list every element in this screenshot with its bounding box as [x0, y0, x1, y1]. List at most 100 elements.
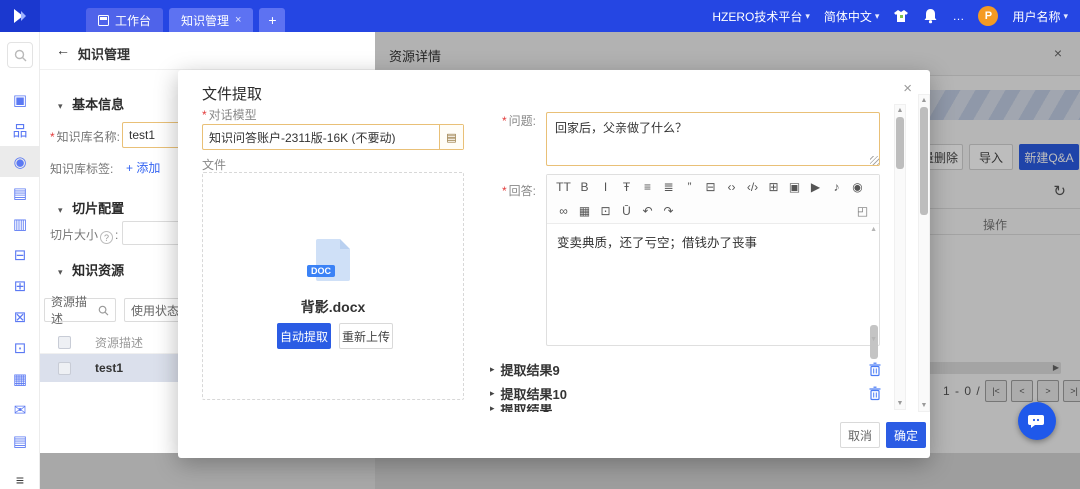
platform-menu[interactable]: HZERO技术平台 ▾: [712, 8, 810, 25]
question-textarea[interactable]: [546, 112, 880, 166]
answer-content[interactable]: 变卖典质，还了亏空；借钱办了丧事: [547, 224, 879, 345]
upload-area[interactable]: DOC 背影.docx 自动提取 重新上传: [202, 172, 464, 400]
app-root: 工作台 知识管理 × + HZERO技术平台 ▾ 简体中文 ▾ … P 用户名称…: [0, 0, 1080, 489]
sidebar-search-button[interactable]: [7, 42, 33, 68]
code-block-icon[interactable]: ‹/›: [744, 180, 761, 194]
inline-code-icon[interactable]: ‹›: [723, 180, 740, 194]
capture-icon[interactable]: ⊡: [0, 332, 40, 363]
back-arrow-icon[interactable]: ←: [56, 42, 70, 58]
image-settings-icon[interactable]: ▦: [0, 363, 40, 394]
modal-scrollbar[interactable]: ▲ ▼: [918, 94, 930, 412]
resource-desc-filter[interactable]: 资源描述: [44, 295, 116, 326]
extract-result-row-clipped[interactable]: ▸ 提取结果: [490, 404, 882, 412]
add-tab-button[interactable]: +: [259, 8, 286, 32]
undo-icon[interactable]: ↶: [639, 204, 656, 218]
table-config-icon[interactable]: ▤: [0, 177, 40, 208]
ordered-list-icon[interactable]: ≣: [660, 180, 677, 194]
preview-icon[interactable]: ◉: [849, 180, 866, 194]
drawer-close-icon[interactable]: ×: [1054, 45, 1062, 61]
extract-result-row[interactable]: ▸ 提取结果10: [490, 382, 882, 404]
pagination-first-button[interactable]: |<: [985, 380, 1007, 402]
divider-icon[interactable]: ⊟: [702, 180, 719, 194]
clear-trash-icon[interactable]: Ū: [618, 204, 635, 218]
brand-logo[interactable]: [0, 0, 40, 32]
cancel-button[interactable]: 取消: [840, 422, 880, 448]
help-icon[interactable]: ?: [100, 231, 114, 244]
table-edit-icon[interactable]: ▦: [576, 204, 593, 218]
user-menu[interactable]: 用户名称 ▾: [1012, 8, 1068, 25]
dialog-model-input[interactable]: [203, 130, 439, 144]
auto-extract-button[interactable]: 自动提取: [277, 323, 331, 349]
list-doc-icon[interactable]: ▤: [0, 425, 40, 456]
tab-close-icon[interactable]: ×: [235, 14, 241, 26]
audio-icon[interactable]: ♪: [828, 180, 845, 194]
toolbar-row-1: TT B I Ŧ ≡ ≣ ” ⊟ ‹› ‹/› ⊞ ▣ ▶ ♪ ◉: [547, 175, 879, 199]
collapse-menu-icon[interactable]: ≡: [0, 470, 40, 489]
sliders-icon[interactable]: ⊞: [0, 270, 40, 301]
link-icon[interactable]: ∞: [555, 204, 572, 218]
delete-result-icon[interactable]: [868, 386, 882, 401]
tab-knowledge-management[interactable]: 知识管理 ×: [169, 8, 254, 32]
expand-caret-icon[interactable]: ▸: [490, 388, 495, 399]
scroll-down-icon[interactable]: ▼: [919, 402, 929, 409]
confirm-button[interactable]: 确定: [886, 422, 926, 448]
video-icon[interactable]: ▶: [807, 180, 824, 194]
section-knowledge-resources[interactable]: ▾ 知识资源: [58, 260, 124, 279]
quote-icon[interactable]: ”: [681, 180, 698, 194]
expand-caret-icon: ▸: [490, 404, 495, 412]
table-icon[interactable]: ⊞: [765, 180, 782, 194]
editor-scroll-up-icon[interactable]: ▲: [870, 226, 877, 233]
message-icon[interactable]: ✉: [0, 394, 40, 425]
bullet-list-icon[interactable]: ≡: [639, 180, 656, 194]
ai-assistant-icon[interactable]: ◉: [0, 146, 40, 177]
bold-icon[interactable]: B: [576, 180, 593, 194]
assistant-fab[interactable]: [1018, 402, 1056, 440]
avatar[interactable]: P: [978, 6, 999, 26]
tab-workbench[interactable]: 工作台: [86, 8, 164, 32]
fullscreen-icon[interactable]: ◰: [854, 204, 871, 218]
extract-result-row[interactable]: ▸ 提取结果9: [490, 358, 882, 380]
scroll-right-icon[interactable]: ▶: [1053, 362, 1059, 374]
scroll-down-icon[interactable]: ▼: [895, 400, 905, 407]
copy-icon[interactable]: ⊡: [597, 204, 614, 218]
flow-icon[interactable]: ⊠: [0, 301, 40, 332]
org-chart-icon[interactable]: 品: [0, 115, 40, 146]
market-button[interactable]: [893, 8, 909, 24]
tab-label: 知识管理: [181, 13, 230, 28]
reupload-button[interactable]: 重新上传: [339, 323, 393, 349]
language-menu[interactable]: 简体中文 ▾: [824, 8, 880, 25]
scroll-up-icon[interactable]: ▲: [919, 97, 929, 104]
row-checkbox[interactable]: [58, 361, 71, 375]
font-size-icon[interactable]: TT: [555, 180, 572, 194]
redo-icon[interactable]: ↷: [660, 204, 677, 218]
resize-handle[interactable]: [870, 156, 879, 165]
notifications-button[interactable]: [923, 8, 938, 24]
expand-caret-icon[interactable]: ▸: [490, 364, 495, 375]
scroll-up-icon[interactable]: ▲: [895, 107, 905, 114]
pagination-prev-button[interactable]: <: [1011, 380, 1033, 402]
strikethrough-icon[interactable]: Ŧ: [618, 180, 635, 194]
select-all-checkbox[interactable]: [58, 336, 71, 349]
folder-settings-icon[interactable]: ⊟: [0, 239, 40, 270]
modal-close-icon[interactable]: ×: [903, 80, 912, 97]
pagination-last-button[interactable]: >|: [1063, 380, 1080, 402]
pagination-next-button[interactable]: >: [1037, 380, 1059, 402]
more-menu[interactable]: …: [952, 9, 964, 23]
section-slice-config[interactable]: ▾ 切片配置: [58, 198, 124, 217]
page-title: 知识管理: [78, 47, 131, 62]
scroll-thumb[interactable]: [920, 107, 928, 215]
lov-picker-icon[interactable]: ▤: [439, 125, 463, 149]
image-icon[interactable]: ▣: [786, 180, 803, 194]
add-tag-button[interactable]: + 添加: [126, 159, 160, 176]
workbench-icon[interactable]: ▣: [0, 84, 40, 115]
italic-icon[interactable]: I: [597, 180, 614, 194]
new-qa-button[interactable]: 新建Q&A: [1019, 144, 1079, 170]
section-basic-info[interactable]: ▾ 基本信息: [58, 94, 124, 113]
refresh-icon[interactable]: ↻: [1053, 182, 1066, 200]
delete-result-icon[interactable]: [868, 362, 882, 377]
scroll-thumb[interactable]: [896, 117, 904, 169]
form-scrollbar[interactable]: ▲ ▼: [894, 104, 906, 410]
import-button[interactable]: 导入: [969, 144, 1013, 170]
table-config-alt-icon[interactable]: ▥: [0, 208, 40, 239]
editor-scroll-down-icon[interactable]: ▼: [870, 336, 877, 343]
